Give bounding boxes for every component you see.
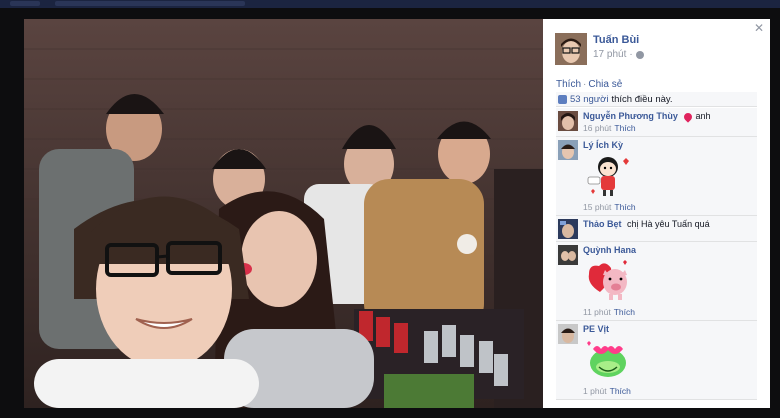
post-actions: Thích · Chia sẻ [556, 79, 623, 90]
author-name[interactable]: Tuấn Bùi [593, 34, 644, 46]
comment-text: anh [695, 111, 711, 121]
hugging-girl-sticker [583, 153, 633, 199]
comment-item: Lý Ích Kỳ 15 phút Thích [556, 137, 757, 216]
comment-time[interactable]: 1 phút [583, 386, 607, 396]
top-bar-logo [10, 1, 40, 6]
comment-time[interactable]: 11 phút [583, 307, 611, 317]
like-link[interactable]: Thích [556, 79, 581, 90]
likes-text: thích điều này. [611, 93, 673, 105]
comment-item: PE Vịt 1 phút Thích [556, 321, 757, 400]
share-link[interactable]: Chia sẻ [588, 79, 622, 90]
frog-heart-eyes-sticker [583, 337, 633, 383]
commenter-avatar[interactable] [558, 324, 578, 344]
overlay-backdrop-right [770, 19, 780, 408]
post-photo[interactable] [24, 19, 543, 408]
comment-time[interactable]: 15 phút [583, 202, 611, 212]
pig-heart-sticker [583, 258, 633, 304]
comment-like-link[interactable]: Thích [614, 307, 635, 317]
commenter-name[interactable]: PE Vịt [583, 324, 609, 334]
post-author: Tuấn Bùi 17 phút · [555, 33, 644, 65]
commenter-avatar[interactable] [558, 111, 578, 131]
commenter-name[interactable]: Lý Ích Kỳ [583, 140, 623, 150]
top-bar-search [55, 1, 245, 6]
comment-item: Nguyễn Phương Thùy anh 16 phút Thích [556, 108, 757, 137]
comment-time[interactable]: 16 phút [583, 123, 611, 133]
comment-item: Thảo Bẹt chị Hà yêu Tuấn quá [556, 216, 757, 242]
globe-icon [635, 50, 644, 59]
comment-list: Nguyễn Phương Thùy anh 16 phút Thích Lý Í… [556, 108, 757, 400]
comment-like-link[interactable]: Thích [614, 202, 635, 212]
heart-emoji-icon [682, 110, 695, 123]
post-side-panel: ✕ Tuấn Bùi 17 phút · Thích · Chia sẻ 53 ng… [543, 19, 770, 408]
likes-summary: 53 người thích điều này. [556, 92, 757, 107]
comment-like-link[interactable]: Thích [610, 386, 631, 396]
facebook-top-bar [0, 0, 780, 8]
commenter-avatar[interactable] [558, 140, 578, 160]
comment-text: chị Hà yêu Tuấn quá [627, 219, 710, 229]
commenter-avatar[interactable] [558, 245, 578, 265]
commenter-name[interactable]: Quỳnh Hana [583, 245, 636, 255]
commenter-avatar[interactable] [558, 219, 578, 239]
comment-item: Quỳnh Hana 11 phút Thích [556, 242, 757, 321]
post-time[interactable]: 17 phút [593, 49, 626, 60]
likes-count[interactable]: 53 người [570, 94, 608, 105]
commenter-name[interactable]: Nguyễn Phương Thùy [583, 111, 678, 121]
close-icon[interactable]: ✕ [753, 22, 765, 34]
thumbs-up-icon [558, 94, 567, 104]
author-avatar[interactable] [555, 33, 587, 65]
comment-like-link[interactable]: Thích [614, 123, 635, 133]
commenter-name[interactable]: Thảo Bẹt [583, 219, 622, 229]
